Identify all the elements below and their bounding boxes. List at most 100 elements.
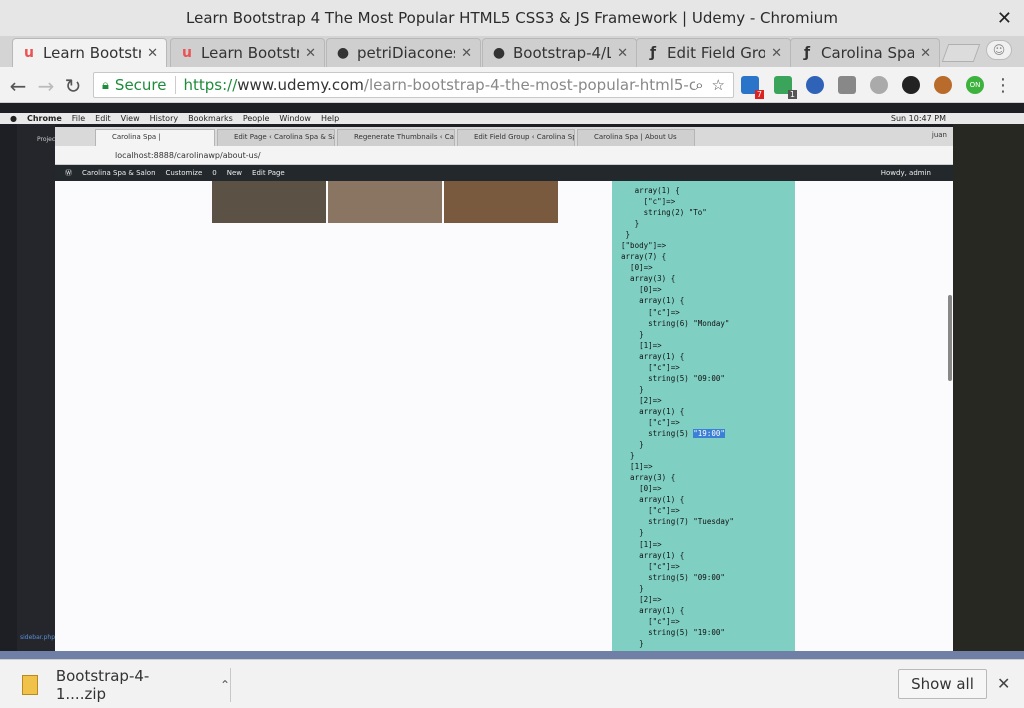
wp-new-link: New xyxy=(226,169,243,177)
code-line: string(7) "Tuesday" xyxy=(612,517,734,527)
code-line: } xyxy=(612,219,640,229)
code-line: ["c"]=> xyxy=(612,362,680,372)
recycle-extension-icon[interactable] xyxy=(870,76,888,94)
inner-tab: Regenerate Thumbnails ‹ Caro xyxy=(337,129,455,146)
extension-icon[interactable] xyxy=(902,76,920,94)
tab-carolina-spa[interactable]: ƒ Carolina Spa ✕ xyxy=(790,38,940,67)
code-line: [0]=> xyxy=(612,484,662,494)
download-extension-icon[interactable] xyxy=(838,76,856,94)
editor-sidebar: Project sidebar.php xyxy=(17,124,58,659)
inner-scrollbar xyxy=(948,295,952,381)
browser-toolbar: ← → ↻ 🔒︎ Secure https://www.udemy.com/le… xyxy=(0,67,1024,103)
code-line: string(5) "09:00" xyxy=(612,373,725,383)
new-tab-button[interactable] xyxy=(941,44,981,62)
code-line: [1]=> xyxy=(612,340,662,350)
code-line: array(1) { xyxy=(612,406,685,416)
divider xyxy=(230,668,231,702)
code-line: array(7) { xyxy=(612,252,667,262)
mac-menu-item: Edit xyxy=(95,114,111,123)
back-icon[interactable]: ← xyxy=(6,74,30,98)
code-line: string(5) "09:00" xyxy=(612,572,725,582)
forward-icon[interactable]: → xyxy=(34,74,58,98)
tab-edit-field-group[interactable]: ƒ Edit Field Gro ✕ xyxy=(636,38,791,67)
reload-icon[interactable]: ↻ xyxy=(61,74,85,98)
code-line: [2]=> xyxy=(612,594,662,604)
github-icon: ● xyxy=(492,45,506,61)
tab-github-2[interactable]: ● Bootstrap-4/L ✕ xyxy=(482,38,637,67)
inner-user-label: juan xyxy=(931,131,947,139)
code-line: array(3) { xyxy=(612,473,676,483)
extension-icon[interactable]: 7 xyxy=(741,76,764,99)
close-tab-icon[interactable]: ✕ xyxy=(461,46,472,61)
wp-comments-count: 0 xyxy=(212,169,217,177)
mac-menubar: ● Chrome File Edit View History Bookmark… xyxy=(0,113,1024,124)
wp-edit-page-link: Edit Page xyxy=(252,169,285,177)
code-line: array(1) { xyxy=(612,495,685,505)
file-label: sidebar.php xyxy=(20,634,56,641)
wp-customize-link: Customize xyxy=(165,169,203,177)
close-window-icon[interactable]: ✕ xyxy=(997,8,1012,29)
download-item[interactable]: Bootstrap-4-1....zip ⌃ xyxy=(14,667,230,703)
profile-icon[interactable]: ☺ xyxy=(986,40,1012,60)
code-line: } xyxy=(612,329,644,339)
spa-thumbnail-image xyxy=(212,181,326,223)
close-tab-icon[interactable]: ✕ xyxy=(771,46,782,61)
show-all-button[interactable]: Show all xyxy=(898,669,987,699)
downloads-bar: Bootstrap-4-1....zip ⌃ Show all ✕ xyxy=(0,659,1024,708)
mac-menu-item: Bookmarks xyxy=(188,114,233,123)
code-line: ["c"]=> xyxy=(612,417,680,427)
code-line: array(3) { xyxy=(612,274,676,284)
code-line: ["c"]=> xyxy=(612,616,680,626)
inner-tab: Edit Field Group ‹ Carolina Spa xyxy=(457,129,575,146)
code-line: } xyxy=(612,528,644,538)
close-tab-icon[interactable]: ✕ xyxy=(617,46,628,61)
code-line: array(1) { xyxy=(612,296,685,306)
url-text[interactable]: https://www.udemy.com/learn-bootstrap-4-… xyxy=(184,76,696,94)
extension-icon[interactable] xyxy=(806,76,824,94)
shield-extension-icon[interactable]: 1 xyxy=(774,76,797,99)
wordpress-plugin-icon: ƒ xyxy=(649,45,657,61)
close-tab-icon[interactable]: ✕ xyxy=(305,46,316,61)
bookmark-star-icon[interactable]: ☆ xyxy=(712,76,725,94)
tab-github-1[interactable]: ● petriDiacones ✕ xyxy=(326,38,481,67)
window-title: Learn Bootstrap 4 The Most Popular HTML5… xyxy=(186,9,838,27)
tab-udemy-2[interactable]: u Learn Bootstr ✕ xyxy=(170,38,325,67)
close-tab-icon[interactable]: ✕ xyxy=(920,46,931,61)
code-line: array(1) { xyxy=(612,605,685,615)
close-downloads-icon[interactable]: ✕ xyxy=(997,674,1010,693)
inner-page: array(1) { ["c"]=> string(2) "To" } } ["… xyxy=(55,181,953,659)
tab-label: Edit Field Gro xyxy=(667,44,766,62)
github-icon: ● xyxy=(336,45,350,61)
divider xyxy=(174,76,176,94)
inner-browser-tabs: Carolina Spa | Edit Page ‹ Carolina Spa … xyxy=(55,127,953,146)
zoom-icon[interactable]: ⌕ xyxy=(695,76,703,94)
spa-thumbnail-image xyxy=(444,181,558,223)
chevron-up-icon[interactable]: ⌃ xyxy=(220,678,230,692)
mac-menu-item: History xyxy=(149,114,179,123)
tab-label: Learn Bootstr xyxy=(43,44,142,62)
udemy-icon: u xyxy=(24,45,34,61)
mac-menu-item: File xyxy=(71,114,86,123)
close-tab-icon[interactable]: ✕ xyxy=(147,46,158,61)
toggle-extension-icon[interactable]: ON xyxy=(966,76,984,94)
code-line: array(1) { xyxy=(612,186,680,195)
code-line: ["c"]=> xyxy=(612,506,680,516)
address-bar[interactable]: 🔒︎ Secure https://www.udemy.com/learn-bo… xyxy=(93,72,734,98)
code-line: ["c"]=> xyxy=(612,561,680,571)
code-line: [2]=> xyxy=(612,395,662,405)
inner-tab: Carolina Spa | xyxy=(95,129,215,146)
code-line: string(2) "To" xyxy=(612,208,707,218)
code-line: [1]=> xyxy=(612,462,653,472)
udemy-icon: u xyxy=(182,45,192,61)
lock-icon: 🔒︎ xyxy=(102,77,109,93)
inner-tab: Edit Page ‹ Carolina Spa & Sal xyxy=(217,129,335,146)
code-line: } xyxy=(612,384,644,394)
menu-icon[interactable]: ⋮ xyxy=(994,75,1012,96)
tab-udemy-1[interactable]: u Learn Bootstr ✕ xyxy=(12,38,167,67)
tab-label: petriDiacones xyxy=(357,44,456,62)
tab-strip: u Learn Bootstr ✕ u Learn Bootstr ✕ ● pe… xyxy=(0,36,1024,67)
extension-icon[interactable] xyxy=(934,76,952,94)
extension-badge: 7 xyxy=(754,90,764,99)
mac-menu-item: Window xyxy=(279,114,311,123)
apple-icon: ● xyxy=(10,114,17,123)
